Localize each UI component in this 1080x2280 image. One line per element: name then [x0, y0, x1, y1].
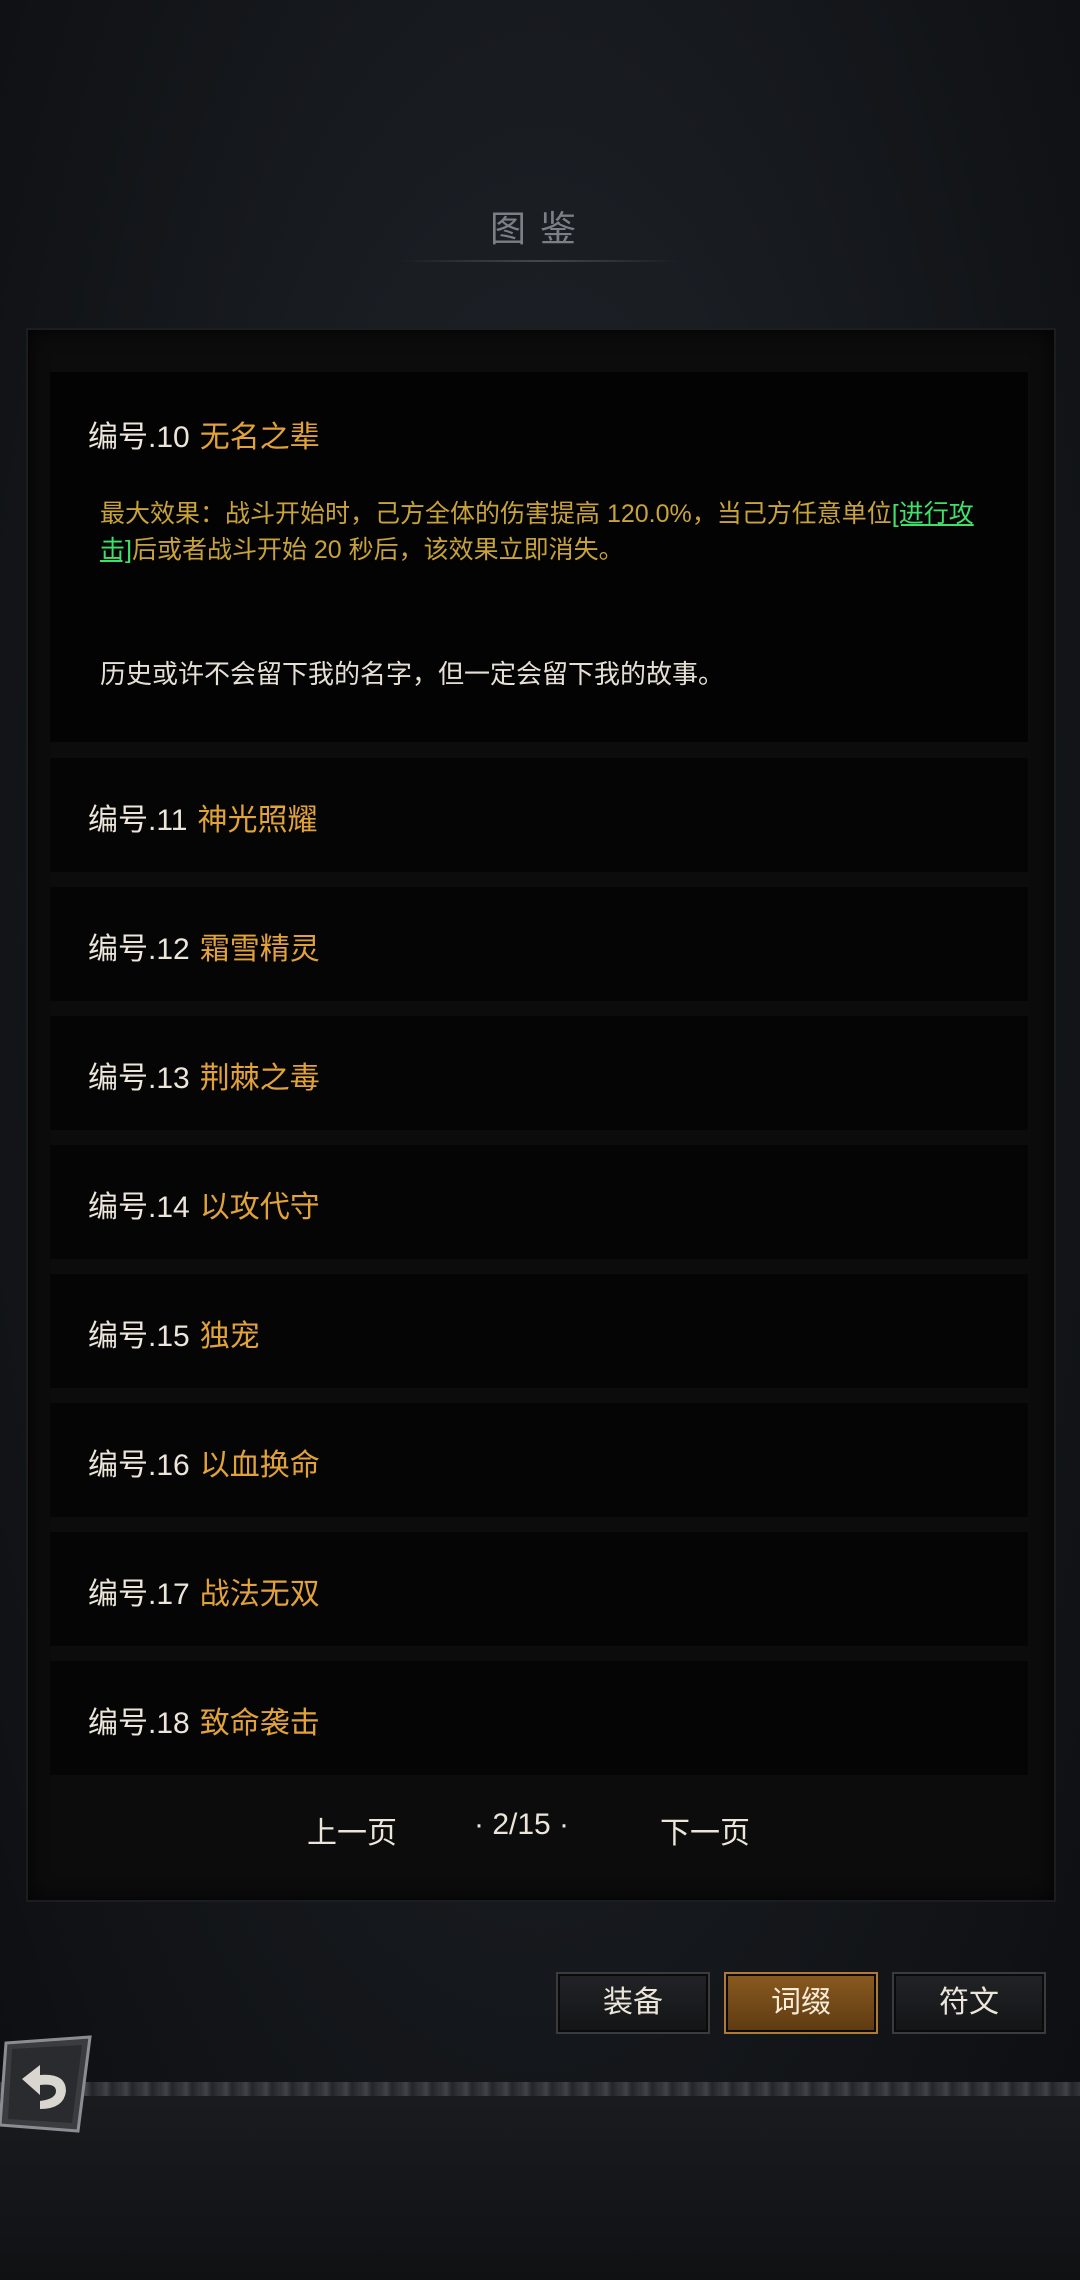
- item-header: 编号.14 以攻代守: [88, 1182, 320, 1226]
- item-header: 编号.11 神光照耀: [88, 795, 317, 839]
- page-indicator: · 2/15 ·: [474, 1808, 570, 1841]
- item-number: 编号.17: [88, 1578, 190, 1611]
- item-number: 编号.16: [88, 1449, 190, 1482]
- list-item[interactable]: 编号.15 独宠: [50, 1274, 1028, 1388]
- item-number: 编号.10: [88, 421, 190, 454]
- tab-rune[interactable]: 符文: [892, 1972, 1046, 2034]
- next-page-button[interactable]: 下一页: [660, 1808, 750, 1852]
- list-item[interactable]: 编号.16 以血换命: [50, 1403, 1028, 1517]
- item-number: 编号.12: [88, 933, 190, 966]
- item-header: 编号.16 以血换命: [88, 1440, 320, 1484]
- item-number: 编号.18: [88, 1707, 190, 1740]
- pagination: 上一页 · 2/15 · 下一页: [0, 1808, 1080, 1858]
- list-item[interactable]: 编号.11 神光照耀: [50, 758, 1028, 872]
- item-name: 以攻代守: [199, 1191, 320, 1224]
- page-title: 图鉴: [489, 208, 590, 249]
- list-item[interactable]: 编号.17 战法无双: [50, 1532, 1028, 1646]
- item-header: 编号.12 霜雪精灵: [88, 924, 320, 968]
- prev-page-button[interactable]: 上一页: [307, 1808, 397, 1852]
- item-name: 致命袭击: [199, 1707, 320, 1740]
- item-effect: 最大效果：战斗开始时，己方全体的伤害提高 120.0%，当己方任意单位[进行攻击…: [100, 496, 1000, 568]
- item-name: 战法无双: [199, 1578, 320, 1611]
- back-button[interactable]: [0, 2035, 92, 2135]
- item-header: 编号.17 战法无双: [88, 1569, 320, 1613]
- item-number: 编号.14: [88, 1191, 190, 1224]
- list-item[interactable]: 编号.12 霜雪精灵: [50, 887, 1028, 1001]
- back-arrow-icon: [0, 2035, 92, 2133]
- item-name: 神光照耀: [197, 804, 318, 837]
- item-number: 编号.15: [88, 1320, 190, 1353]
- effect-text: 最大效果：战斗开始时，己方全体的伤害提高 120.0%，当己方任意单位: [100, 500, 892, 528]
- effect-text-tail: 后或者战斗开始 20 秒后，该效果立即消失。: [131, 536, 624, 564]
- item-header: 编号.18 致命袭击: [88, 1698, 320, 1742]
- title-divider: [400, 260, 680, 262]
- top-faint-text: [0, 0, 1080, 60]
- item-header: 编号.13 荆棘之毒: [88, 1053, 320, 1097]
- item-name: 以血换命: [199, 1449, 320, 1482]
- bottom-bar-edge: [0, 2082, 1080, 2096]
- bottom-bar: [0, 2082, 1080, 2280]
- item-name: 无名之辈: [199, 421, 320, 454]
- list-item[interactable]: 编号.18 致命袭击: [50, 1661, 1028, 1775]
- tab-equipment[interactable]: 装备: [556, 1972, 710, 2034]
- list-item[interactable]: 编号.13 荆棘之毒: [50, 1016, 1028, 1130]
- item-name: 霜雪精灵: [199, 933, 320, 966]
- item-name: 独宠: [199, 1320, 260, 1353]
- item-lore: 历史或许不会留下我的名字，但一定会留下我的故事。: [100, 659, 725, 689]
- item-number: 编号.13: [88, 1062, 190, 1095]
- list-item[interactable]: 编号.10 无名之辈 最大效果：战斗开始时，己方全体的伤害提高 120.0%，当己…: [50, 372, 1028, 742]
- item-header: 编号.15 独宠: [88, 1311, 260, 1355]
- list-item[interactable]: 编号.14 以攻代守: [50, 1145, 1028, 1259]
- item-header: 编号.10 无名之辈: [88, 412, 320, 456]
- item-name: 荆棘之毒: [199, 1062, 320, 1095]
- item-number: 编号.11: [88, 804, 188, 837]
- tab-affix[interactable]: 词缀: [724, 1972, 878, 2034]
